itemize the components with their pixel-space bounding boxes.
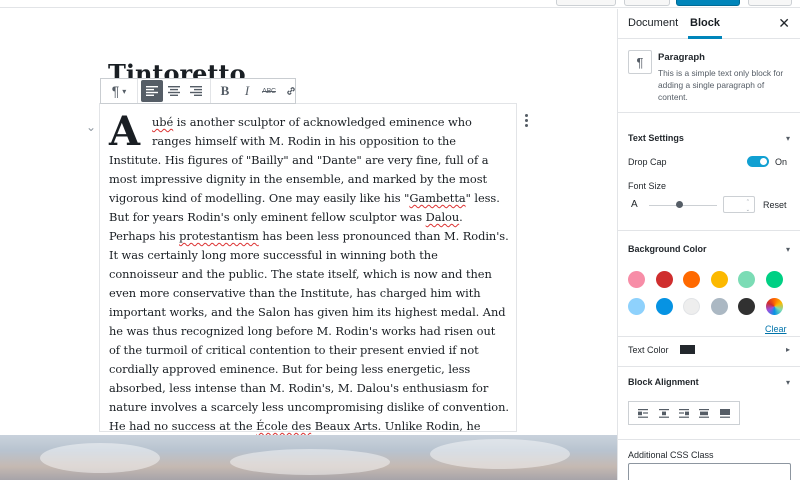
- font-size-slider[interactable]: [649, 205, 717, 206]
- drop-cap-label: Drop Cap: [628, 157, 667, 167]
- misspelled-word: protestantism: [179, 229, 259, 243]
- block-align-wide-icon: [699, 408, 710, 418]
- align-left-icon: [146, 86, 158, 96]
- text-color-label[interactable]: Text Color: [628, 345, 669, 355]
- background-color-heading[interactable]: Background Color: [628, 244, 707, 254]
- color-swatch[interactable]: [738, 298, 756, 315]
- block-alignment-heading[interactable]: Block Alignment: [628, 377, 699, 387]
- strikethrough-icon: ABC: [262, 87, 276, 95]
- block-card-description: This is a simple text only block for add…: [658, 68, 784, 102]
- block-type-switcher[interactable]: ¶ ▾: [104, 80, 134, 102]
- tab-document[interactable]: Document: [628, 9, 678, 39]
- text-color-indicator: [680, 345, 695, 354]
- font-size-icon: A: [631, 199, 638, 210]
- color-swatch[interactable]: [766, 298, 783, 315]
- align-left-button[interactable]: [141, 80, 163, 102]
- block-align-left-button[interactable]: [636, 406, 650, 420]
- color-swatch[interactable]: [628, 298, 645, 315]
- block-more-options-icon[interactable]: [520, 114, 532, 127]
- color-swatch[interactable]: [655, 298, 673, 315]
- drop-cap-letter: A: [109, 108, 140, 155]
- strikethrough-button[interactable]: ABC: [258, 80, 280, 102]
- paragraph-icon: ¶: [111, 83, 120, 99]
- font-size-input[interactable]: ⌃ ⌄: [723, 196, 755, 213]
- color-swatch[interactable]: [766, 271, 783, 288]
- settings-button[interactable]: [748, 0, 792, 6]
- clear-color-link[interactable]: Clear: [765, 324, 787, 334]
- block-align-right-icon: [678, 408, 689, 418]
- color-swatch[interactable]: [683, 271, 701, 288]
- color-swatch[interactable]: [738, 271, 756, 288]
- block-align-left-icon: [638, 408, 649, 418]
- align-right-icon: [190, 86, 202, 96]
- chevron-down-icon[interactable]: ▾: [786, 134, 790, 143]
- link-icon: [287, 87, 295, 95]
- link-button[interactable]: [280, 80, 302, 102]
- chevron-down-icon: ▾: [122, 86, 127, 96]
- italic-icon: I: [244, 83, 250, 98]
- top-toolbar: [0, 0, 800, 8]
- paragraph-icon: ¶: [628, 50, 652, 74]
- color-swatch[interactable]: [628, 271, 645, 288]
- block-align-wide-button[interactable]: [697, 406, 711, 420]
- block-align-full-icon: [719, 408, 730, 418]
- color-swatch[interactable]: [710, 298, 728, 315]
- additional-css-label: Additional CSS Class: [628, 450, 714, 460]
- block-alignment-toolbar: [628, 401, 740, 425]
- editor-canvas: Tintoretto ¶ ▾ B I ABC ⌄ A ubé is anothe…: [0, 9, 617, 480]
- paragraph-text: ubé is another sculptor of acknowledged …: [109, 115, 509, 471]
- misspelled-word: École des: [256, 419, 312, 433]
- block-card-title: Paragraph: [658, 52, 705, 63]
- block-toolbar: ¶ ▾ B I ABC: [100, 78, 296, 104]
- color-swatch[interactable]: [655, 271, 673, 288]
- misspelled-word: Gambetta: [409, 191, 466, 205]
- block-align-right-button[interactable]: [677, 406, 691, 420]
- drop-cap-state: On: [775, 157, 788, 167]
- reset-button[interactable]: Reset: [763, 200, 787, 210]
- chevron-down-icon[interactable]: ▾: [786, 245, 790, 254]
- italic-button[interactable]: I: [236, 80, 258, 102]
- block-align-center-button[interactable]: [657, 406, 671, 420]
- chevron-right-icon[interactable]: ▸: [786, 345, 790, 354]
- save-draft-button[interactable]: [556, 0, 616, 6]
- color-swatch[interactable]: [683, 298, 701, 315]
- settings-sidebar: Document Block ✕ ¶ Paragraph This is a s…: [617, 9, 800, 480]
- misspelled-word: Dalou: [425, 210, 460, 224]
- close-icon[interactable]: ✕: [778, 15, 790, 32]
- paragraph-text-run: has been less pronounced than M. Rodin's…: [109, 229, 509, 433]
- font-size-slider-handle[interactable]: [676, 201, 684, 208]
- cover-image[interactable]: [0, 435, 617, 480]
- sidebar-tabs: Document Block ✕: [618, 9, 800, 39]
- block-mover-down-icon[interactable]: ⌄: [86, 120, 96, 134]
- publish-button[interactable]: [676, 0, 740, 6]
- font-size-label: Font Size: [628, 181, 667, 191]
- color-swatch[interactable]: [710, 271, 728, 288]
- block-card: ¶ Paragraph This is a simple text only b…: [618, 39, 800, 113]
- bold-button[interactable]: B: [214, 80, 236, 102]
- paragraph-block[interactable]: Aubé is another sculptor of acknowledged…: [109, 108, 509, 474]
- bold-icon: B: [220, 83, 230, 98]
- preview-button[interactable]: [624, 0, 670, 6]
- block-align-center-icon: [658, 408, 669, 418]
- align-center-button[interactable]: [163, 80, 185, 102]
- additional-css-input[interactable]: [628, 463, 791, 480]
- align-right-button[interactable]: [185, 80, 207, 102]
- text-settings-heading[interactable]: Text Settings: [628, 133, 684, 143]
- misspelled-word: ubé: [152, 115, 174, 129]
- drop-cap-toggle[interactable]: [747, 156, 769, 167]
- align-center-icon: [168, 86, 180, 96]
- chevron-down-icon[interactable]: ▾: [786, 378, 790, 387]
- block-align-full-button[interactable]: [718, 406, 732, 420]
- tab-block[interactable]: Block: [688, 9, 722, 39]
